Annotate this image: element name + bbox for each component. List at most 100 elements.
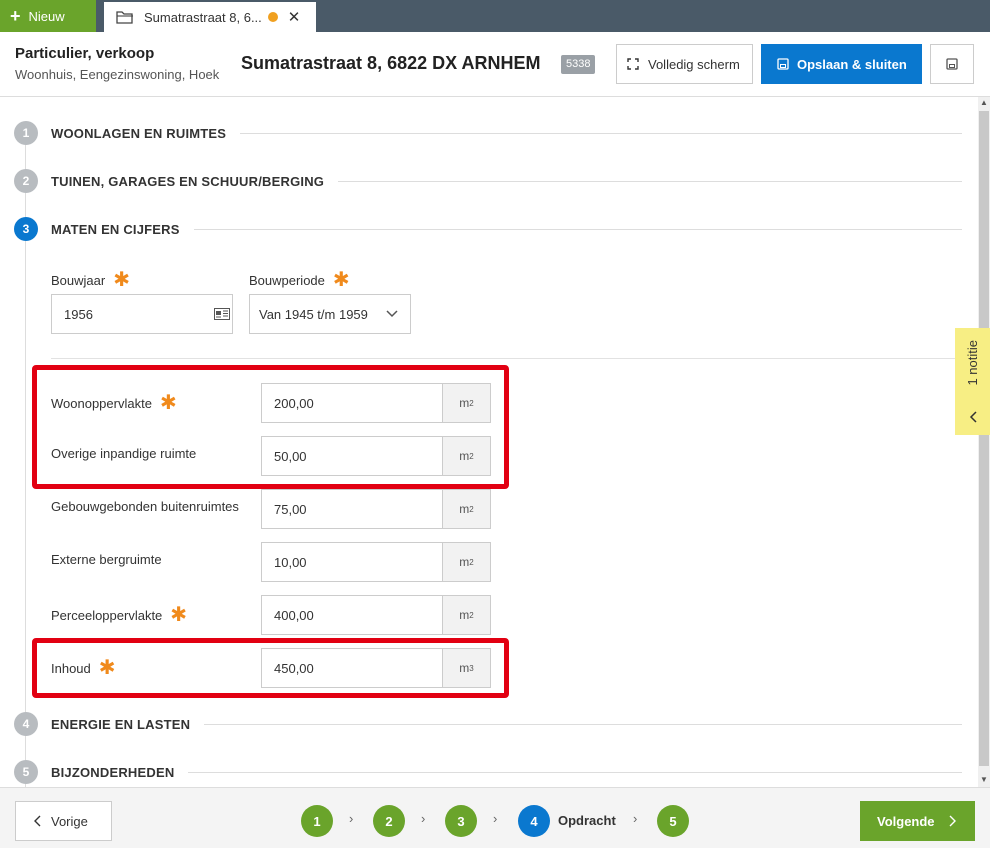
page-2-button[interactable]: 2: [373, 805, 405, 837]
step-number: 2: [14, 169, 38, 193]
unit-text: m: [459, 502, 470, 516]
step-title: WOONLAGEN EN RUIMTES: [51, 125, 227, 141]
page-4-button[interactable]: 4: [518, 805, 550, 837]
scroll-down-icon[interactable]: ▼: [978, 775, 990, 784]
next-button[interactable]: Volgende: [860, 801, 975, 841]
bouwjaar-label: Bouwjaar ✱: [51, 270, 130, 290]
unit-exponent: 2: [469, 504, 474, 514]
vertical-scrollbar[interactable]: ▲ ▼: [978, 97, 990, 787]
fullscreen-button[interactable]: Volledig scherm: [616, 44, 753, 84]
next-label: Volgende: [877, 813, 935, 829]
bouwperiode-select[interactable]: Van 1945 t/m 1959: [249, 294, 411, 334]
unit-label: m2: [442, 490, 490, 528]
chevron-left-icon: [969, 411, 977, 423]
expand-icon: [627, 58, 639, 70]
save-button[interactable]: [930, 44, 974, 84]
row-label: Gebouwgebonden buitenruimtes: [51, 499, 239, 514]
bouwjaar-value: 1956: [64, 306, 93, 322]
row-value: 75,00: [274, 501, 307, 517]
perceeloppervlakte-input[interactable]: 400,00 m2: [261, 595, 491, 635]
close-icon[interactable]: ✕: [288, 8, 301, 26]
step-rule: [204, 723, 962, 725]
chevron-left-icon: [34, 815, 41, 827]
row-value: 400,00: [274, 607, 314, 623]
scroll-up-icon[interactable]: ▲: [978, 98, 990, 107]
gebouwgebonden-buitenruimtes-label: Gebouwgebonden buitenruimtes: [51, 499, 239, 514]
highlight-box: [32, 365, 509, 489]
row-label: Externe bergruimte: [51, 552, 162, 567]
save-icon: [946, 58, 958, 70]
step-rule: [338, 180, 962, 182]
chevron-right-icon: ›: [349, 811, 354, 826]
wizard-footer: Vorige 1 › 2 › 3 › 4 Opdracht › 5 Volgen…: [0, 787, 990, 848]
row-label: Perceeloppervlakte: [51, 607, 163, 623]
new-button-label: Nieuw: [28, 8, 65, 24]
step-title: TUINEN, GARAGES EN SCHUUR/BERGING: [51, 173, 325, 189]
step-rule: [188, 771, 962, 773]
unit-exponent: 2: [469, 610, 474, 620]
step-title: BIJZONDERHEDEN: [51, 764, 175, 780]
externe-bergruimte-input[interactable]: 10,00 m2: [261, 542, 491, 582]
save-icon: [777, 58, 789, 70]
save-close-label: Opslaan & sluiten: [797, 56, 907, 72]
required-icon: ✱: [332, 269, 350, 291]
step-number: 4: [14, 712, 38, 736]
step-title: ENERGIE EN LASTEN: [51, 716, 191, 732]
bouwjaar-input[interactable]: 1956: [51, 294, 233, 334]
unit-exponent: 2: [469, 557, 474, 567]
folder-icon: [116, 11, 133, 24]
step-number: 1: [14, 121, 38, 145]
top-tab-bar: + Nieuw Sumatrastraat 8, 6... ✕: [0, 0, 990, 32]
step-number: 3: [14, 217, 38, 241]
save-close-button[interactable]: Opslaan & sluiten: [761, 44, 922, 84]
calendar-icon[interactable]: [214, 308, 230, 320]
previous-button[interactable]: Vorige: [15, 801, 112, 841]
step-5[interactable]: 5 BIJZONDERHEDEN: [14, 760, 962, 784]
required-icon: ✱: [170, 604, 188, 626]
object-header: Particulier, verkoop Woonhuis, Eengezins…: [0, 32, 990, 97]
step-2[interactable]: 2 TUINEN, GARAGES EN SCHUUR/BERGING: [14, 169, 962, 193]
plus-icon: +: [10, 6, 21, 26]
object-type: Particulier, verkoop: [15, 45, 155, 62]
unit-label: m2: [442, 596, 490, 634]
page-3-button[interactable]: 3: [445, 805, 477, 837]
required-icon: ✱: [113, 269, 130, 291]
perceeloppervlakte-label: Perceeloppervlakte ✱: [51, 605, 187, 625]
document-tab[interactable]: Sumatrastraat 8, 6... ✕: [104, 2, 316, 32]
bouwperiode-label-text: Bouwperiode: [249, 272, 325, 288]
notes-label: 1 notitie: [965, 340, 980, 386]
step-number: 5: [14, 760, 38, 784]
active-page-label: Opdracht: [558, 813, 616, 828]
bouwjaar-label-text: Bouwjaar: [51, 272, 106, 288]
notes-tab[interactable]: 1 notitie: [955, 328, 990, 435]
step-rule: [193, 228, 962, 230]
object-subtype: Woonhuis, Eengezinswoning, Hoek: [15, 67, 220, 82]
page-1-button[interactable]: 1: [301, 805, 333, 837]
page-5-button[interactable]: 5: [657, 805, 689, 837]
bouwperiode-value: Van 1945 t/m 1959: [259, 306, 368, 322]
chevron-right-icon: ›: [421, 811, 426, 826]
step-title: MATEN EN CIJFERS: [51, 221, 180, 237]
chevron-right-icon: [949, 815, 956, 827]
row-value: 10,00: [274, 554, 307, 570]
section-divider: [51, 358, 962, 359]
step-4[interactable]: 4 ENERGIE EN LASTEN: [14, 712, 962, 736]
step-1[interactable]: 1 WOONLAGEN EN RUIMTES: [14, 121, 962, 145]
step-3[interactable]: 3 MATEN EN CIJFERS: [14, 217, 962, 241]
highlight-box: [32, 638, 509, 698]
new-button[interactable]: + Nieuw: [0, 0, 96, 32]
unit-text: m: [459, 608, 470, 622]
previous-label: Vorige: [51, 813, 88, 829]
tab-title: Sumatrastraat 8, 6...: [144, 9, 262, 25]
object-id-badge: 5338: [561, 55, 596, 74]
gebouwgebonden-buitenruimtes-input[interactable]: 75,00 m2: [261, 489, 491, 529]
unit-text: m: [459, 555, 470, 569]
form-content: 1 WOONLAGEN EN RUIMTES 2 TUINEN, GARAGES…: [0, 97, 978, 787]
scrollbar-thumb[interactable]: [979, 111, 989, 766]
step-rule: [240, 132, 962, 134]
externe-bergruimte-label: Externe bergruimte: [51, 552, 162, 567]
unit-label: m2: [442, 543, 490, 581]
chevron-down-icon: [386, 310, 398, 318]
fullscreen-label: Volledig scherm: [648, 56, 740, 72]
bouwperiode-label: Bouwperiode ✱: [249, 270, 350, 290]
